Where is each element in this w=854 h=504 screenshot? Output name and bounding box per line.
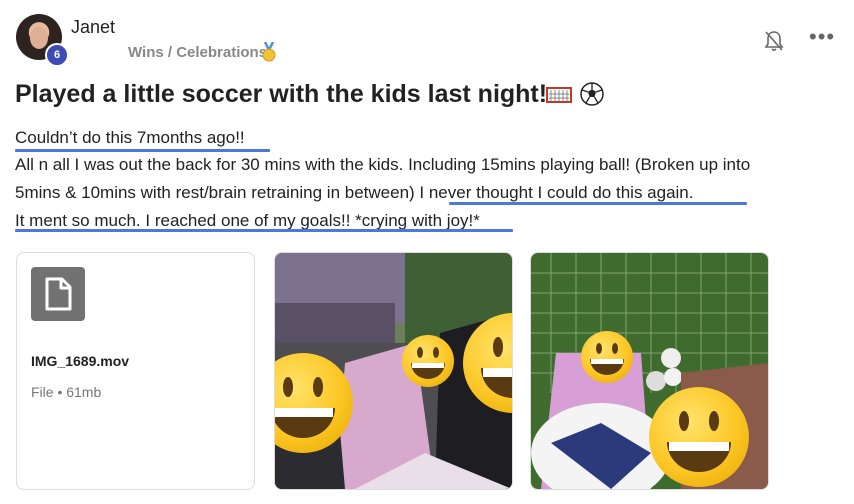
title-emojis: [546, 82, 604, 106]
body-line-3: 5mins & 10mins with rest/brain retrainin…: [15, 183, 694, 202]
file-meta: File • 61mb: [31, 384, 102, 400]
soccer-ball-icon: [580, 82, 604, 106]
author-name[interactable]: Janet: [71, 17, 115, 38]
file-name: IMG_1689.mov: [31, 353, 130, 369]
medal-icon: [262, 42, 276, 62]
bell-icon[interactable]: [764, 30, 784, 52]
smiley-emoji: [402, 335, 454, 387]
smiley-emoji: [581, 331, 633, 383]
post-title: Played a little soccer with the kids las…: [15, 80, 548, 108]
body-line-1: Couldn’t do this 7months ago!!: [15, 128, 245, 147]
highlight-underline: [15, 149, 270, 152]
highlight-underline: [15, 229, 513, 232]
highlight-underline: [449, 202, 747, 205]
photo-attachment-1[interactable]: [274, 252, 513, 490]
goal-net-icon: [546, 87, 572, 103]
photo-attachment-2[interactable]: [530, 252, 769, 490]
smiley-emoji: [649, 387, 749, 487]
more-icon[interactable]: •••: [809, 26, 835, 48]
post-category[interactable]: Wins / Celebrations: [128, 44, 267, 61]
body-line-2: All n all I was out the back for 30 mins…: [15, 155, 751, 174]
file-icon: [31, 267, 85, 321]
body-line-4: It ment so much. I reached one of my goa…: [15, 211, 480, 230]
level-badge: 6: [45, 43, 69, 67]
file-attachment[interactable]: IMG_1689.mov File • 61mb: [16, 252, 255, 490]
